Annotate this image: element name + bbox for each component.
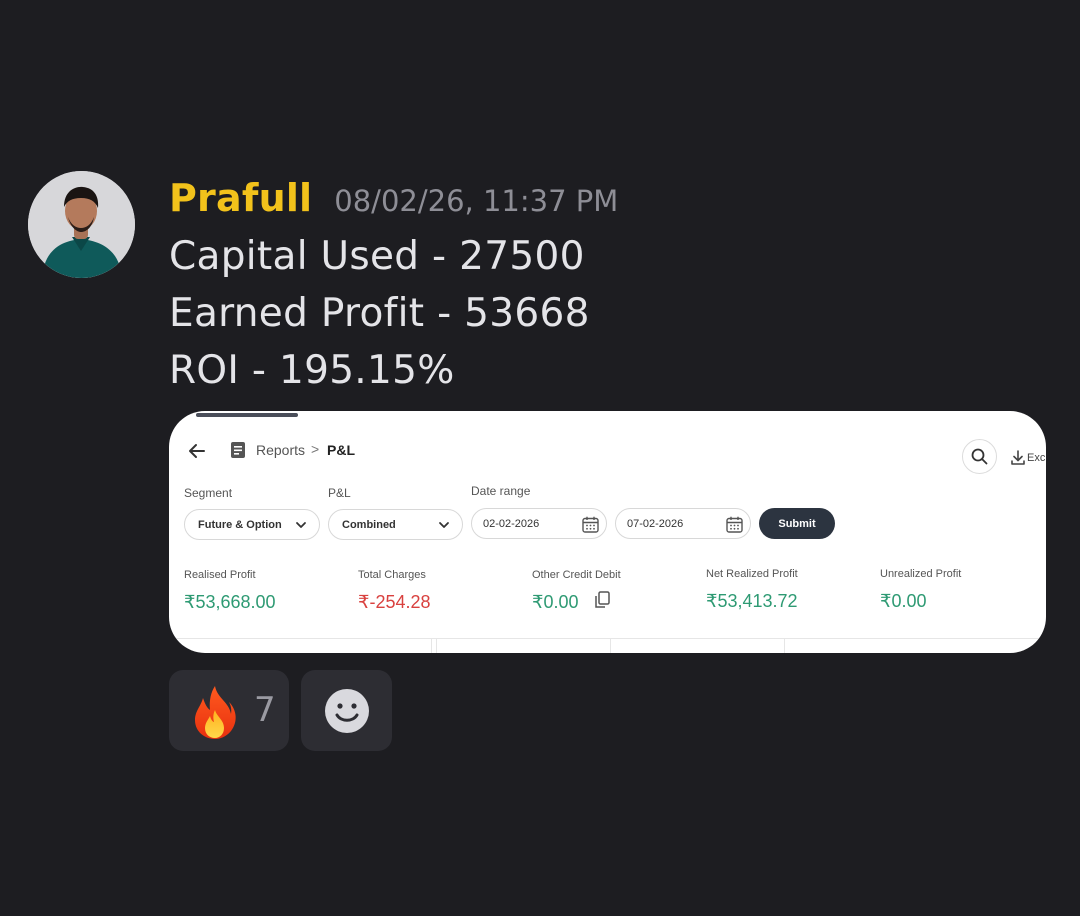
stat-label-realised-profit: Realised Profit	[184, 569, 256, 581]
segment-label: Segment	[184, 486, 233, 500]
message-timestamp: 08/02/26, 11:37 PM	[334, 184, 619, 218]
submit-button: Submit	[759, 508, 835, 539]
breadcrumb-current: P&L	[327, 442, 355, 458]
pl-value: Combined	[342, 518, 396, 531]
breadcrumb-separator: >	[311, 441, 320, 457]
divider	[610, 639, 611, 653]
date-range-label: Date range	[471, 484, 531, 498]
chat-message: Prafull 08/02/26, 11:37 PM Capital Used …	[0, 0, 1080, 916]
message-line: ROI - 195.15%	[169, 348, 455, 393]
calendar-icon	[582, 516, 599, 533]
divider	[436, 639, 437, 653]
back-arrow-icon	[189, 444, 205, 458]
add-reaction-button[interactable]	[301, 670, 392, 751]
download-icon	[1011, 450, 1025, 465]
date-from-value: 02-02-2026	[483, 517, 540, 530]
add-reaction-icon	[324, 688, 369, 733]
reaction-count: 7	[254, 690, 276, 730]
stat-label-net-realized-profit: Net Realized Profit	[706, 568, 798, 580]
date-from-field: 02-02-2026	[471, 508, 607, 539]
export-excel-label: Exc	[1027, 452, 1046, 464]
date-to-value: 07-02-2026	[627, 517, 684, 530]
avatar-image	[28, 171, 135, 278]
message-header: Prafull 08/02/26, 11:37 PM	[169, 176, 618, 226]
chevron-down-icon	[296, 522, 306, 528]
divider	[431, 639, 432, 653]
stat-value-other-credit-debit: ₹0.00	[532, 592, 579, 612]
divider	[784, 639, 785, 653]
search-button	[962, 439, 997, 474]
stat-value-realised-profit: ₹53,668.00	[184, 592, 276, 612]
stat-label-other-credit-debit: Other Credit Debit	[532, 569, 621, 581]
fire-icon	[195, 686, 236, 739]
date-to-field: 07-02-2026	[615, 508, 751, 539]
stat-label-total-charges: Total Charges	[358, 569, 426, 581]
calendar-icon	[726, 516, 743, 533]
stat-value-net-realized-profit: ₹53,413.72	[706, 591, 798, 611]
message-line: Capital Used - 27500	[169, 234, 585, 279]
copy-icon	[595, 591, 610, 608]
breadcrumb-reports: Reports	[256, 442, 306, 458]
segment-select: Future & Option	[184, 509, 320, 540]
stat-value-unrealized-profit: ₹0.00	[880, 591, 927, 611]
scroll-indicator	[196, 413, 298, 417]
divider	[169, 638, 1046, 639]
message-line: Earned Profit - 53668	[169, 291, 590, 336]
chevron-down-icon	[439, 522, 449, 528]
attached-screenshot[interactable]: Reports > P&L Exc Segment P&L Date range…	[169, 411, 1046, 653]
stat-label-unrealized-profit: Unrealized Profit	[880, 568, 962, 580]
reaction-fire[interactable]: 7	[169, 670, 289, 751]
segment-value: Future & Option	[198, 518, 282, 531]
pl-label: P&L	[328, 486, 351, 500]
report-icon	[231, 442, 245, 458]
pl-select: Combined	[328, 509, 463, 540]
search-icon	[971, 448, 988, 465]
screenshot-topbar: Reports > P&L Exc	[169, 437, 1046, 474]
avatar[interactable]	[28, 171, 135, 278]
author-name[interactable]: Prafull	[169, 176, 312, 220]
stat-value-total-charges: ₹-254.28	[358, 592, 431, 612]
